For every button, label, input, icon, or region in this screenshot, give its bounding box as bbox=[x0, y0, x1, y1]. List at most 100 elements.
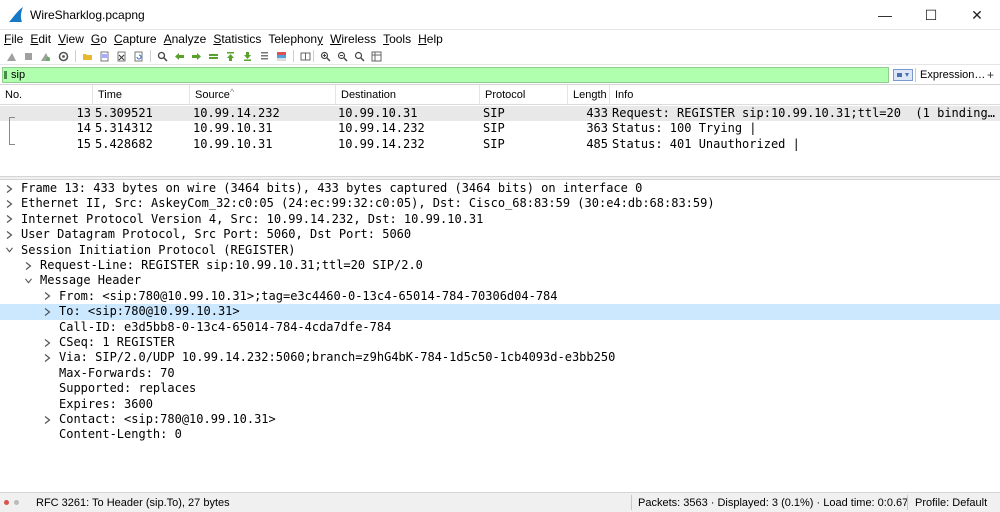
packet-cell-protocol: SIP bbox=[483, 121, 505, 136]
menu-item-4[interactable]: Capture bbox=[114, 32, 157, 46]
packet-cell-time: 5.314312 bbox=[95, 121, 153, 136]
filter-bookmark-icon[interactable] bbox=[4, 71, 7, 79]
menu-item-5[interactable]: Analyze bbox=[164, 32, 207, 46]
minimize-button[interactable]: — bbox=[862, 0, 908, 30]
first-packet-button[interactable] bbox=[223, 49, 237, 63]
detail-tree-text: CSeq: 1 REGISTER bbox=[59, 335, 175, 349]
collapse-arrow-icon[interactable] bbox=[23, 273, 33, 288]
last-packet-button[interactable] bbox=[240, 49, 254, 63]
packet-counts: Packets: 3563 · Displayed: 3 (0.1%) · Lo… bbox=[638, 497, 909, 509]
collapse-arrow-icon[interactable] bbox=[4, 243, 14, 258]
menu-item-text: tatistics bbox=[221, 32, 262, 46]
colorize-icon bbox=[276, 51, 286, 61]
detail-tree-item[interactable]: Contact: <sip:780@10.99.10.31> bbox=[0, 412, 1000, 427]
open-file-button[interactable] bbox=[80, 49, 94, 63]
detail-tree-item[interactable]: User Datagram Protocol, Src Port: 5060, … bbox=[0, 227, 1000, 242]
detail-tree-item[interactable]: Internet Protocol Version 4, Src: 10.99.… bbox=[0, 212, 1000, 227]
folder-icon bbox=[82, 53, 92, 60]
column-header-source[interactable]: Source bbox=[190, 85, 336, 105]
column-header-length[interactable]: Length bbox=[568, 85, 610, 105]
menu-item-7[interactable]: Telephony bbox=[268, 32, 323, 46]
normal-size-button[interactable] bbox=[352, 49, 366, 63]
detail-tree-item[interactable]: CSeq: 1 REGISTER bbox=[0, 335, 1000, 350]
arrow-up-icon bbox=[226, 51, 234, 61]
expand-arrow-icon[interactable] bbox=[23, 258, 33, 273]
detail-tree-item[interactable]: Expires: 3600 bbox=[0, 397, 1000, 412]
restart-capture-button[interactable] bbox=[38, 49, 52, 63]
profile-selector[interactable]: Profile: Default bbox=[915, 497, 987, 509]
expand-arrow-icon[interactable] bbox=[4, 212, 14, 227]
save-file-button[interactable] bbox=[97, 49, 111, 63]
detail-tree-text: Expires: 3600 bbox=[59, 396, 153, 411]
maximize-button[interactable]: ☐ bbox=[908, 0, 954, 30]
column-header-protocol[interactable]: Protocol bbox=[480, 85, 568, 105]
detail-tree-text: Ethernet II, Src: AskeyCom_32:c0:05 (24:… bbox=[21, 196, 715, 211]
detail-tree-item[interactable]: Session Initiation Protocol (REGISTER) bbox=[0, 243, 1000, 258]
start-capture-button[interactable] bbox=[4, 49, 18, 63]
detail-tree-item[interactable]: Frame 13: 433 bytes on wire (3464 bits),… bbox=[0, 181, 1000, 196]
reload-file-button[interactable] bbox=[131, 49, 145, 63]
expand-arrow-icon[interactable] bbox=[4, 227, 14, 242]
detail-tree-item[interactable]: To: <sip:780@10.99.10.31> bbox=[0, 304, 1000, 320]
expand-arrow-icon[interactable] bbox=[4, 181, 14, 196]
zoom-out-icon bbox=[337, 51, 347, 61]
detail-tree-text: Request-Line: REGISTER sip:10.99.10.31;t… bbox=[40, 258, 423, 272]
arrow-right-icon bbox=[191, 52, 201, 60]
expand-arrow-icon[interactable] bbox=[42, 335, 52, 350]
go-forward-button[interactable] bbox=[189, 49, 203, 63]
expand-arrow-icon[interactable] bbox=[4, 196, 14, 211]
detail-tree-item[interactable]: Via: SIP/2.0/UDP 10.99.14.232:5060;branc… bbox=[0, 350, 1000, 365]
menu-item-0[interactable]: File bbox=[4, 32, 23, 46]
menu-item-9[interactable]: Tools bbox=[383, 32, 411, 46]
go-back-button[interactable] bbox=[172, 49, 186, 63]
menu-item-3[interactable]: Go bbox=[91, 32, 107, 46]
expand-arrow-icon[interactable] bbox=[42, 304, 52, 319]
menu-item-2[interactable]: View bbox=[58, 32, 84, 46]
resize-columns-button[interactable] bbox=[298, 49, 312, 63]
expand-arrow-icon[interactable] bbox=[42, 412, 52, 427]
close-button[interactable]: ✕ bbox=[954, 0, 1000, 30]
column-header-time[interactable]: Time ^ bbox=[93, 85, 234, 105]
autoscroll-button[interactable] bbox=[257, 49, 271, 63]
menu-item-8[interactable]: Wireless bbox=[330, 32, 376, 46]
detail-tree-item[interactable]: Max-Forwards: 70 bbox=[0, 366, 1000, 381]
detail-tree-item[interactable]: Request-Line: REGISTER sip:10.99.10.31;t… bbox=[0, 258, 1000, 273]
zoom-out-button[interactable] bbox=[335, 49, 349, 63]
detail-tree-item[interactable]: Call-ID: e3d5bb8-0-13c4-65014-784-4cda7d… bbox=[0, 320, 1000, 335]
find-packet-button[interactable] bbox=[155, 49, 169, 63]
column-header-info[interactable]: Info bbox=[610, 85, 1000, 105]
expression-button[interactable]: Expression… bbox=[920, 69, 985, 81]
close-file-button[interactable] bbox=[114, 49, 128, 63]
detail-tree-item[interactable]: Supported: replaces bbox=[0, 381, 1000, 396]
expand-arrow-icon[interactable] bbox=[42, 289, 52, 304]
packet-row[interactable]: 13 5.309521 10.99.14.232 10.99.10.31 SIP 433 R… bbox=[0, 106, 1000, 121]
filter-apply-button[interactable] bbox=[893, 69, 913, 81]
packet-row[interactable]: 15 5.428682 10.99.10.31 10.99.14.232 SIP 485 S… bbox=[0, 137, 1000, 152]
capture-options-button[interactable] bbox=[56, 49, 70, 63]
go-to-packet-button[interactable] bbox=[206, 49, 220, 63]
colorize-button[interactable] bbox=[274, 49, 288, 63]
detail-tree-item[interactable]: From: <sip:780@10.99.10.31>;tag=e3c4460-… bbox=[0, 289, 1000, 304]
menu-item-10[interactable]: Help bbox=[418, 32, 443, 46]
packet-cell-time: 5.309521 bbox=[95, 106, 153, 120]
zoom-in-button[interactable] bbox=[318, 49, 332, 63]
capture-comment-icon[interactable] bbox=[14, 500, 19, 505]
menu-item-mnemonic: G bbox=[90, 32, 101, 46]
menu-item-text: ireless bbox=[341, 32, 377, 46]
menu-item-6[interactable]: Statistics bbox=[213, 32, 261, 46]
expert-info-error-icon[interactable] bbox=[4, 500, 9, 505]
display-filter-input[interactable] bbox=[2, 67, 889, 83]
arrow-left-icon bbox=[174, 52, 184, 60]
detail-tree-item[interactable]: Content-Length: 0 bbox=[0, 427, 1000, 442]
stop-capture-button[interactable] bbox=[21, 49, 35, 63]
display-filter-bar: Expression… + bbox=[0, 66, 1000, 84]
detail-tree-item[interactable]: Ethernet II, Src: AskeyCom_32:c0:05 (24:… bbox=[0, 196, 1000, 211]
column-header-destination[interactable]: Destination bbox=[336, 85, 480, 105]
add-filter-button[interactable]: + bbox=[987, 68, 994, 82]
menu-item-1[interactable]: Edit bbox=[30, 32, 51, 46]
expand-arrow-icon[interactable] bbox=[42, 350, 52, 365]
detail-tree-item[interactable]: Message Header bbox=[0, 273, 1000, 288]
packet-row[interactable]: 14 5.314312 10.99.10.31 10.99.14.232 SIP 363 S… bbox=[0, 121, 1000, 136]
resize-all-columns-button[interactable] bbox=[369, 49, 383, 63]
column-header-no[interactable]: No. bbox=[0, 85, 93, 105]
